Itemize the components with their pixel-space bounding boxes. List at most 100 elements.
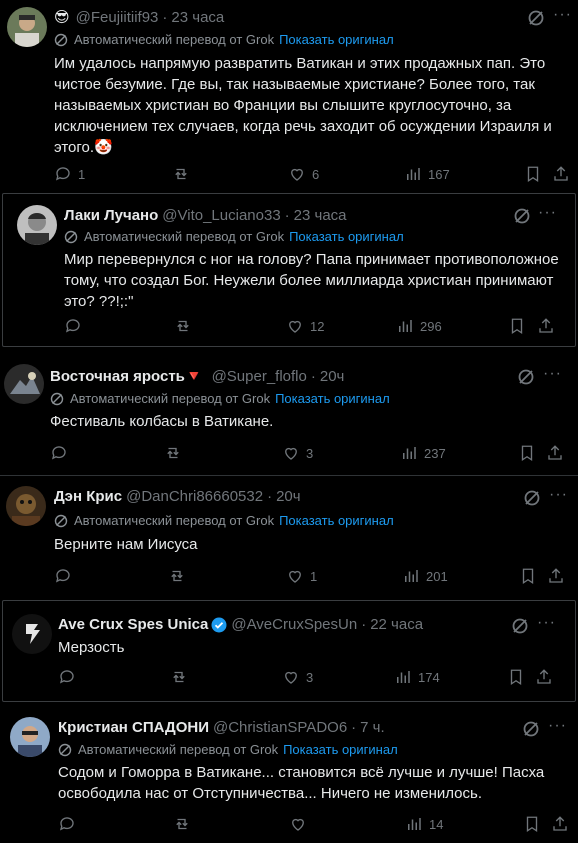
user-handle[interactable]: @ChristianSPADO6 — [213, 719, 347, 736]
user-handle[interactable]: @AveCruxSpesUn — [231, 616, 357, 633]
translate-label: Автоматический перевод от Grok — [74, 32, 275, 47]
views-button[interactable]: 296 — [396, 317, 442, 335]
display-name[interactable]: Кристиан СПАДОНИ — [58, 719, 209, 736]
grok-icon[interactable] — [527, 9, 545, 32]
bookmark-button[interactable] — [507, 668, 525, 686]
show-original-link[interactable]: Показать оригинал — [279, 32, 394, 47]
avatar[interactable] — [6, 486, 46, 526]
views-button[interactable]: 237 — [400, 444, 446, 462]
views-button[interactable]: 201 — [402, 567, 448, 585]
tweet-text: Мерзость — [58, 639, 125, 656]
grok-icon[interactable] — [523, 489, 541, 512]
bookmark-button[interactable] — [524, 165, 542, 183]
tweet[interactable]: Лаки Лучано @Vito_Luciano33 · 23 часа ··… — [0, 193, 578, 347]
reply-button[interactable] — [58, 815, 76, 833]
tweet[interactable]: Ave Crux Spes Unica @AveCruxSpesUn · 22 … — [0, 600, 578, 702]
timestamp[interactable]: 20ч — [276, 488, 301, 505]
more-icon[interactable]: ··· — [538, 204, 557, 222]
reply-icon — [55, 167, 70, 181]
user-handle[interactable]: @DanChri86660532 — [126, 488, 263, 505]
translate-label: Автоматический перевод от Grok — [78, 742, 279, 757]
reply-button[interactable] — [54, 567, 72, 585]
views-button[interactable]: 14 — [405, 815, 443, 833]
like-button[interactable]: 3 — [282, 444, 313, 462]
share-button[interactable] — [547, 567, 565, 585]
retweet-button[interactable] — [173, 815, 191, 833]
more-icon[interactable]: ··· — [548, 717, 567, 735]
auto-translate-row: Автоматический перевод от Grok Показать … — [50, 391, 390, 406]
bookmark-icon — [526, 816, 538, 833]
avatar[interactable] — [12, 614, 52, 654]
share-button[interactable] — [552, 165, 570, 183]
bookmark-button[interactable] — [508, 317, 526, 335]
retweet-button[interactable] — [174, 317, 192, 335]
more-icon[interactable]: ··· — [553, 6, 572, 24]
bookmark-button[interactable] — [518, 444, 536, 462]
grok-icon[interactable] — [522, 720, 540, 743]
translate-label: Автоматический перевод от Grok — [74, 513, 275, 528]
views-icon — [408, 818, 421, 830]
bookmark-button[interactable] — [519, 567, 537, 585]
like-button[interactable]: 6 — [288, 165, 319, 183]
share-button[interactable] — [546, 444, 564, 462]
translate-label: Автоматический перевод от Grok — [70, 391, 271, 406]
grok-icon[interactable] — [513, 207, 531, 230]
heart-icon — [285, 671, 297, 684]
show-original-link[interactable]: Показать оригинал — [289, 229, 404, 244]
retweet-button[interactable] — [170, 668, 188, 686]
user-handle[interactable]: @Vito_Luciano33 — [162, 207, 280, 224]
tweet[interactable]: Дэн Крис @DanChri86660532 · 20ч ··· Авто… — [0, 475, 578, 593]
user-handle[interactable]: @Feujiitiif93 — [76, 9, 159, 26]
display-name[interactable]: Дэн Крис — [54, 488, 122, 505]
tweet[interactable]: Кристиан СПАДОНИ @ChristianSPADO6 · 7 ч.… — [0, 708, 578, 843]
heart-icon — [291, 168, 303, 181]
avatar[interactable] — [7, 7, 47, 47]
avatar[interactable] — [17, 205, 57, 245]
tweet[interactable]: 😎 @Feujiitiif93 · 23 часа ··· Автоматиче… — [0, 0, 578, 193]
heart-icon — [285, 447, 297, 460]
show-original-link[interactable]: Показать оригинал — [283, 742, 398, 757]
display-name[interactable]: Ave Crux Spes Unica — [58, 616, 208, 633]
show-original-link[interactable]: Показать оригинал — [279, 513, 394, 528]
tweet[interactable]: Восточная ярость🔻 @Super_floflo · 20ч ··… — [0, 354, 578, 472]
views-button[interactable]: 167 — [404, 165, 450, 183]
auto-translate-row: Автоматический перевод от Grok Показать … — [54, 32, 394, 47]
timestamp[interactable]: 23 часа — [294, 207, 347, 224]
bookmark-icon — [510, 669, 522, 686]
timestamp[interactable]: 23 часа — [171, 9, 224, 26]
like-button[interactable]: 12 — [286, 317, 324, 335]
views-button[interactable]: 174 — [394, 668, 440, 686]
like-button[interactable]: 1 — [286, 567, 317, 585]
share-button[interactable] — [551, 815, 569, 833]
share-button[interactable] — [537, 317, 555, 335]
translate-icon — [64, 230, 78, 243]
timestamp[interactable]: 20ч — [320, 368, 345, 385]
display-name[interactable]: Восточная ярость🔻 — [50, 367, 204, 385]
more-icon[interactable]: ··· — [549, 486, 568, 504]
reply-button[interactable] — [58, 668, 76, 686]
reply-button[interactable] — [50, 444, 68, 462]
retweet-button[interactable] — [172, 165, 190, 183]
share-button[interactable] — [535, 668, 553, 686]
bookmark-button[interactable] — [523, 815, 541, 833]
retweet-button[interactable] — [168, 567, 186, 585]
heart-icon — [289, 320, 301, 333]
timestamp[interactable]: 22 часа — [370, 616, 423, 633]
user-handle[interactable]: @Super_floflo — [212, 368, 307, 385]
reply-button[interactable] — [64, 317, 82, 335]
reply-icon — [55, 569, 70, 583]
more-icon[interactable]: ··· — [537, 614, 556, 632]
display-name[interactable]: Лаки Лучано — [64, 207, 158, 224]
auto-translate-row: Автоматический перевод от Grok Показать … — [58, 742, 398, 757]
grok-icon[interactable] — [517, 368, 535, 391]
reply-button[interactable]: 1 — [54, 165, 85, 183]
avatar[interactable] — [10, 717, 50, 757]
retweet-button[interactable] — [164, 444, 182, 462]
show-original-link[interactable]: Показать оригинал — [275, 391, 390, 406]
like-button[interactable] — [289, 815, 307, 833]
timestamp[interactable]: 7 ч. — [360, 719, 385, 736]
more-icon[interactable]: ··· — [543, 365, 562, 383]
avatar[interactable] — [4, 364, 44, 404]
translate-icon — [58, 743, 72, 756]
like-button[interactable]: 3 — [282, 668, 313, 686]
